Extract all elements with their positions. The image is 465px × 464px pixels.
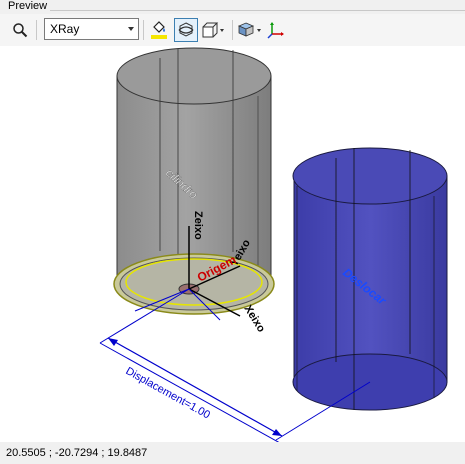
title-divider: [50, 10, 465, 11]
axis-z-label: Zeixo: [192, 211, 204, 240]
search-icon: [13, 23, 28, 38]
box-view-button[interactable]: [200, 18, 226, 42]
fill-color-button[interactable]: [148, 18, 170, 42]
render-mode-value: XRay: [50, 22, 80, 36]
box-view-icon: [202, 22, 224, 38]
3d-viewport[interactable]: cilindro Deslocar Zeixo Yeixo Xeixo Orig…: [0, 46, 465, 444]
paint-bucket-icon: [151, 21, 167, 39]
toolbar-separator: [143, 20, 144, 40]
axis-x-label: Xeixo: [241, 303, 267, 334]
toolbar-separator: [36, 20, 37, 40]
cube-view-icon: [237, 22, 261, 37]
render-mode-dropdown[interactable]: XRay: [44, 18, 139, 40]
rotate-view-icon: [178, 22, 194, 37]
toolbar-separator: [232, 20, 233, 40]
rotate-view-button[interactable]: [174, 18, 198, 42]
panel-header: Preview: [0, 0, 465, 14]
cylinder-deslocar[interactable]: [292, 147, 448, 411]
cube-view-button[interactable]: [236, 18, 264, 42]
status-bar: 20.5505 ; -20.7294 ; 19.8487: [0, 442, 465, 464]
scene-svg: cilindro Deslocar Zeixo Yeixo Xeixo Orig…: [99, 47, 448, 444]
cursor-coordinates: 20.5505 ; -20.7294 ; 19.8487: [6, 447, 148, 459]
panel-title: Preview: [8, 0, 48, 12]
displacement-label: Displacement=1.00: [124, 365, 212, 421]
chevron-down-icon: [128, 27, 134, 31]
axes-icon: [267, 22, 284, 39]
axes-button[interactable]: [266, 18, 286, 42]
zoom-button[interactable]: [8, 18, 32, 42]
